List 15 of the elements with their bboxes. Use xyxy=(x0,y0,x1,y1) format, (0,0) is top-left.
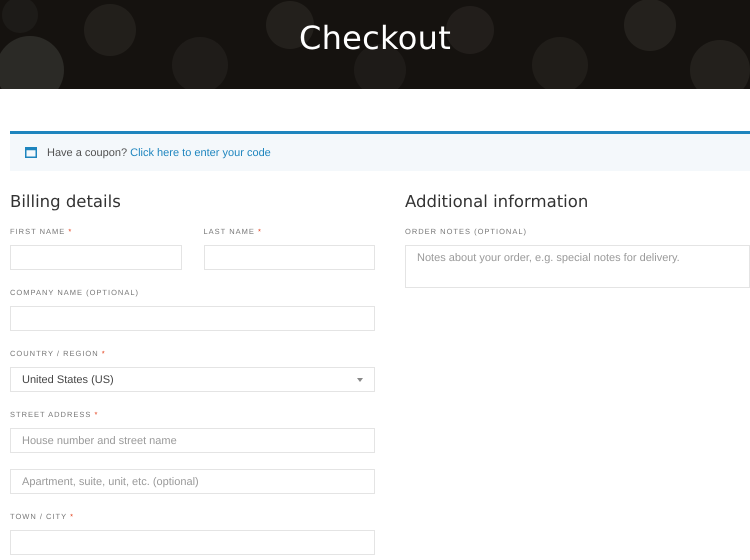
section-heading: Billing details xyxy=(10,191,122,213)
input-field[interactable]: Apartment, suite, unit, etc. (optional) xyxy=(10,469,375,494)
window-icon xyxy=(25,147,37,158)
coupon-link[interactable]: Click here to enter your code xyxy=(130,146,271,158)
coupon-text: Have a coupon? Click here to enter your code xyxy=(47,146,271,158)
country-dropdown[interactable]: United States (US) xyxy=(10,367,375,392)
input-field[interactable] xyxy=(204,245,375,270)
input-field[interactable] xyxy=(10,306,375,331)
caret-icon xyxy=(357,378,363,382)
notes-field[interactable]: Notes about your order, e.g. special notes for delivery. xyxy=(405,245,750,288)
input-field[interactable] xyxy=(10,245,182,270)
input-field[interactable] xyxy=(10,530,375,555)
input-field[interactable]: House number and street name xyxy=(10,428,375,453)
section-heading: Additional information xyxy=(405,191,590,213)
page-title: Checkout xyxy=(298,18,452,56)
